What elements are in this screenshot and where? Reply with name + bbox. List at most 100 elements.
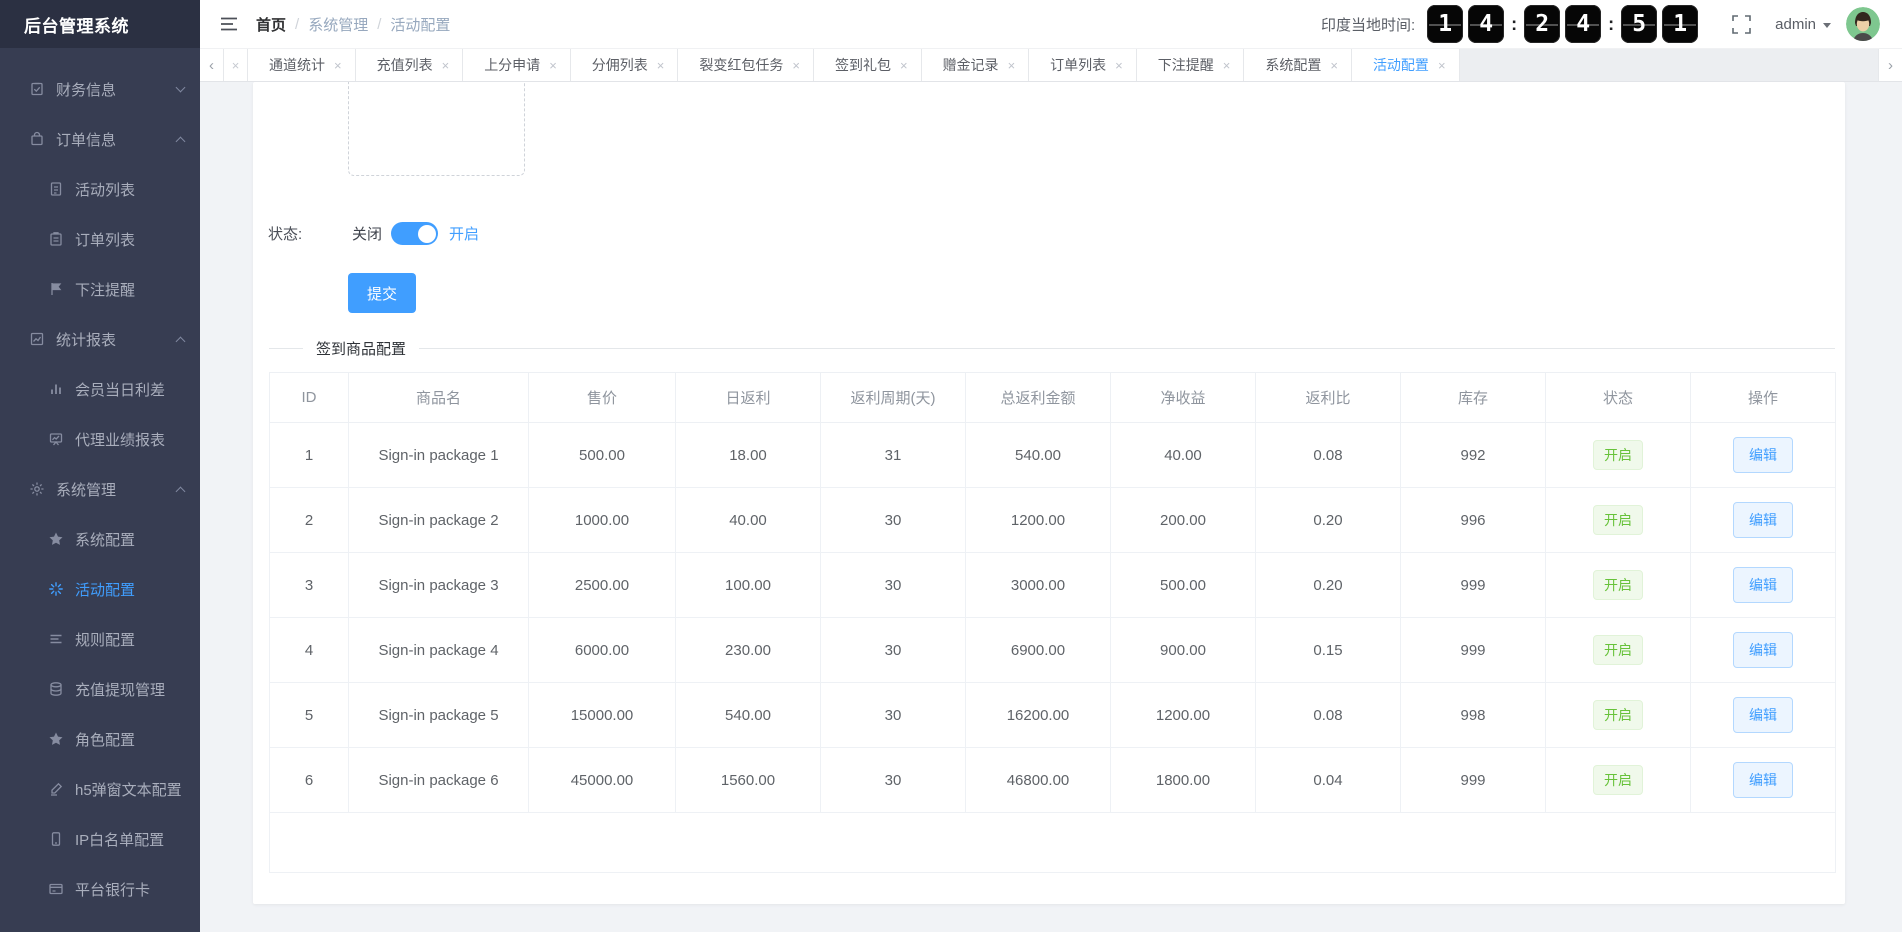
- cell-id: 3: [269, 552, 349, 618]
- edit-button[interactable]: 编辑: [1733, 567, 1793, 603]
- tab-4[interactable]: 分佣列表 ×: [570, 49, 679, 81]
- user-menu[interactable]: admin: [1775, 16, 1831, 33]
- sidebar-item[interactable]: 财务信息: [0, 64, 200, 114]
- breadcrumb-item[interactable]: 活动配置: [390, 14, 450, 35]
- tab-close-icon[interactable]: ×: [792, 58, 800, 73]
- hamburger-icon[interactable]: [220, 17, 238, 31]
- status-badge: 开启: [1593, 505, 1643, 535]
- tab-close-icon[interactable]: ×: [900, 58, 908, 73]
- signin-goods-table: ID 商品名 售价 日返利 返利周期(天) 总返利金额 净收益 返利比 库存 状态 操作 1 Sign…: [269, 372, 1836, 873]
- edit-button[interactable]: 编辑: [1733, 502, 1793, 538]
- breadcrumb-item[interactable]: 首页: [256, 14, 286, 35]
- sidebar-item[interactable]: 会员当日利差: [0, 364, 200, 414]
- cell-price: 1000.00: [528, 487, 676, 553]
- cell-net: 900.00: [1110, 617, 1256, 683]
- sidebar-item-label: h5弹窗文本配置: [75, 781, 182, 799]
- tab-close-icon[interactable]: ×: [1223, 58, 1231, 73]
- sidebar-item-label: 活动配置: [75, 581, 136, 599]
- status-toggle[interactable]: [391, 222, 439, 245]
- tab-1[interactable]: 通道统计 ×: [248, 49, 356, 81]
- toggle-knob: [417, 224, 436, 243]
- cell-name: Sign-in package 6: [348, 747, 529, 813]
- sidebar-item[interactable]: 订单信息: [0, 114, 200, 164]
- tab-scroll-right-icon[interactable]: ›: [1878, 49, 1902, 81]
- column-header: 返利周期(天): [820, 372, 966, 423]
- sidebar-item-label: 会员当日利差: [75, 381, 166, 399]
- edit-button[interactable]: 编辑: [1733, 697, 1793, 733]
- column-header: 售价: [528, 372, 676, 423]
- tab-label: 下注提醒: [1157, 57, 1214, 73]
- cell-ratio: 0.20: [1255, 552, 1401, 618]
- tab-close-icon[interactable]: ×: [334, 58, 342, 73]
- cell-net: 1800.00: [1110, 747, 1256, 813]
- sidebar-item[interactable]: 平台银行卡: [0, 864, 200, 914]
- cell-price: 2500.00: [528, 552, 676, 618]
- status-badge: 开启: [1593, 635, 1643, 665]
- edit-button[interactable]: 编辑: [1733, 437, 1793, 473]
- tab-5[interactable]: 裂变红包任务 ×: [678, 49, 814, 81]
- tab-close-icon[interactable]: ×: [1330, 58, 1338, 73]
- sidebar-item[interactable]: 订单列表: [0, 214, 200, 264]
- cell-ratio: 0.04: [1255, 747, 1401, 813]
- tab-9[interactable]: 下注提醒 ×: [1136, 49, 1245, 81]
- sidebar-item[interactable]: 系统配置: [0, 514, 200, 564]
- clipboard-list-icon: [47, 231, 64, 248]
- cell-stock: 999: [1400, 552, 1546, 618]
- tab-close-icon[interactable]: ×: [549, 58, 557, 73]
- sidebar-item[interactable]: 规则配置: [0, 614, 200, 664]
- tab-close-all-icon[interactable]: ×: [224, 49, 248, 81]
- table-empty-row: [269, 812, 1836, 873]
- cell-id: 5: [269, 682, 349, 748]
- submit-button[interactable]: 提交: [348, 273, 416, 313]
- cell-price: 15000.00: [528, 682, 676, 748]
- sidebar-item[interactable]: 活动列表: [0, 164, 200, 214]
- avatar[interactable]: [1846, 7, 1880, 41]
- sidebar-item[interactable]: 充值提现管理: [0, 664, 200, 714]
- table-row: 3 Sign-in package 3 2500.00 100.00 30 3000.00…: [269, 552, 1836, 618]
- local-time-label: 印度当地时间:: [1320, 16, 1416, 34]
- cell-stock: 996: [1400, 487, 1546, 553]
- tab-3[interactable]: 上分申请 ×: [463, 49, 571, 81]
- cell-status: 开启: [1545, 682, 1691, 748]
- sidebar-item[interactable]: IP白名单配置: [0, 814, 200, 864]
- sidebar-item[interactable]: 系统管理: [0, 464, 200, 514]
- tab-close-icon[interactable]: ×: [1115, 58, 1123, 73]
- sidebar-item-label: 代理业绩报表: [75, 431, 166, 449]
- sidebar-item[interactable]: 代理业绩报表: [0, 414, 200, 464]
- main-column: 首页 / 系统管理 / 活动配置 印度当地时间: 14:24:51 admin ‹ × …: [200, 0, 1902, 932]
- tab-close-icon[interactable]: ×: [657, 58, 665, 73]
- edit-button[interactable]: 编辑: [1733, 762, 1793, 798]
- tab-close-icon[interactable]: ×: [1008, 58, 1016, 73]
- tab-close-icon[interactable]: ×: [1438, 58, 1446, 73]
- cell-actions: 编辑: [1690, 422, 1836, 488]
- sidebar-item[interactable]: 统计报表: [0, 314, 200, 364]
- status-badge: 开启: [1593, 570, 1643, 600]
- sidebar-item[interactable]: 下注提醒: [0, 264, 200, 314]
- breadcrumb-item[interactable]: 系统管理: [308, 14, 368, 35]
- sidebar-item[interactable]: 角色配置: [0, 714, 200, 764]
- tab-6[interactable]: 签到礼包 ×: [813, 49, 922, 81]
- sidebar-item[interactable]: h5弹窗文本配置: [0, 764, 200, 814]
- database-icon: [47, 681, 64, 698]
- tab-10[interactable]: 系统配置 ×: [1244, 49, 1352, 81]
- chevron-up-icon: [175, 336, 186, 347]
- tab-8[interactable]: 订单列表 ×: [1029, 49, 1137, 81]
- tab-scroll-left-icon[interactable]: ‹: [200, 49, 224, 81]
- sidebar-item-label: IP白名单配置: [75, 831, 165, 849]
- mobile-icon: [47, 831, 64, 848]
- clock-colon: :: [1511, 13, 1518, 34]
- image-upload-box[interactable]: [348, 82, 525, 176]
- star-icon: [47, 731, 64, 748]
- edit-button[interactable]: 编辑: [1733, 632, 1793, 668]
- table-empty-cell: [269, 812, 1836, 873]
- tab-close-icon[interactable]: ×: [442, 58, 450, 73]
- clock-digit: 4: [1468, 5, 1505, 43]
- bag-icon: [28, 131, 45, 148]
- sidebar-item[interactable]: 活动配置: [0, 564, 200, 614]
- tab-11[interactable]: 活动配置 ×: [1351, 49, 1460, 81]
- cell-cycle: 30: [820, 747, 966, 813]
- fullscreen-icon[interactable]: [1732, 14, 1751, 34]
- tab-7[interactable]: 赠金记录 ×: [921, 49, 1030, 81]
- content-area: 状态: 关闭 开启 提交 签到商品配置 ID 商品名 售价 日返利 返利周期(天) 总返利…: [200, 82, 1902, 932]
- tab-2[interactable]: 充值列表 ×: [355, 49, 464, 81]
